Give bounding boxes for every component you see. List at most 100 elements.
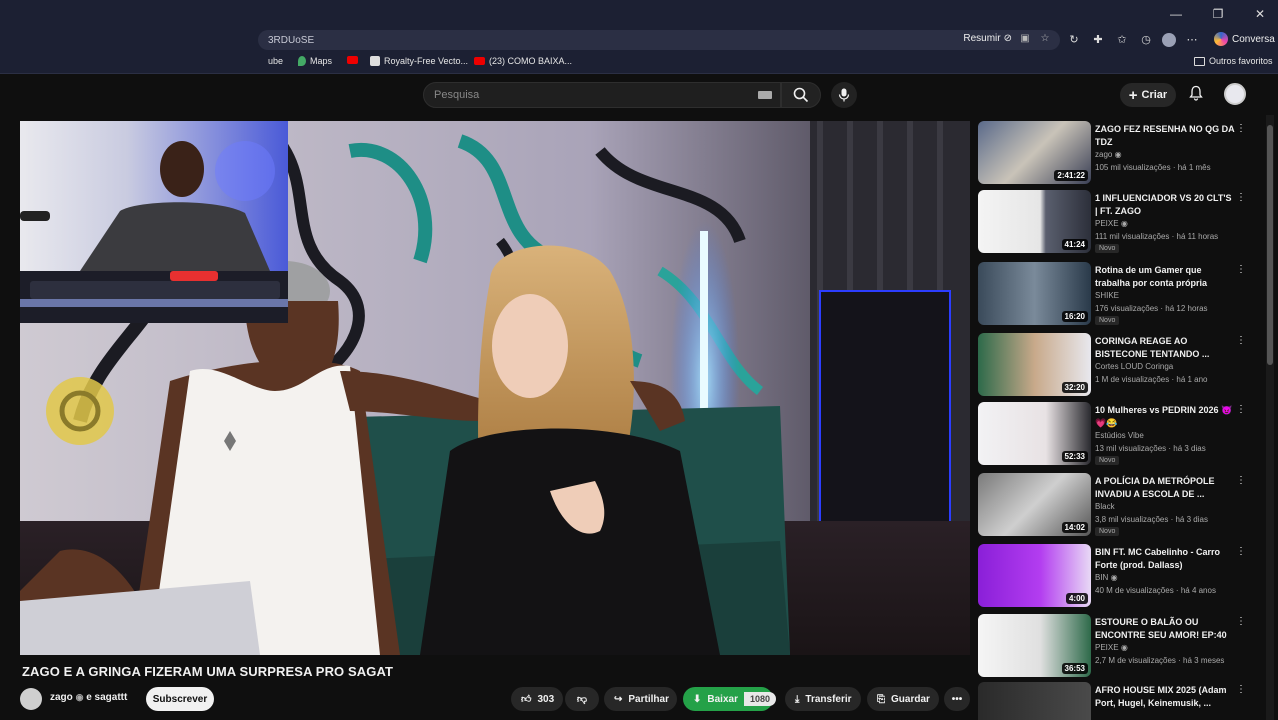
list-item[interactable]: 2:41:22 ZAGO FEZ RESENHA NO QG DA TDZ za… (978, 121, 1248, 187)
video-thumbnail[interactable]: 4:00 (978, 544, 1091, 607)
more-options-icon[interactable]: ⋮ (1236, 404, 1246, 415)
transfer-button[interactable]: ⤓ Transferir (785, 687, 861, 711)
scrollbar-thumb[interactable] (1267, 125, 1273, 365)
royalty-free-icon (370, 56, 380, 66)
account-avatar[interactable] (1224, 83, 1246, 105)
search-button[interactable] (781, 82, 821, 108)
voice-search-button[interactable] (831, 82, 857, 108)
like-count: 303 (537, 693, 555, 705)
list-item[interactable]: 52:33 10 Mulheres vs PEDRIN 2026 😈💗😂 Est… (978, 402, 1248, 468)
video-title[interactable]: A POLÍCIA DA METRÓPOLE INVADIU A ESCOLA … (1095, 475, 1235, 501)
video-thumbnail[interactable]: 52:33 (978, 402, 1091, 465)
more-options-icon[interactable]: ⋮ (1236, 546, 1246, 557)
extensions-icon[interactable]: ✚ (1090, 32, 1106, 48)
video-meta: 105 mil visualizações · há 1 mês (1095, 163, 1211, 172)
bookmark-royalty-free[interactable]: Royalty-Free Vecto... (370, 56, 468, 66)
search-input[interactable]: Pesquisa (423, 82, 781, 108)
video-title[interactable]: BIN FT. MC Cabelinho - Carro Forte (prod… (1095, 546, 1235, 572)
save-button[interactable]: ⎘ Guardar (867, 687, 939, 711)
more-options-icon[interactable]: ⋮ (1236, 475, 1246, 486)
list-item[interactable]: 14:02 A POLÍCIA DA METRÓPOLE INVADIU A E… (978, 473, 1248, 539)
sidebar-scrollbar[interactable] (1266, 115, 1274, 720)
copilot-conversa-button[interactable]: Conversa (1214, 32, 1275, 46)
channel-name[interactable]: SHIKE (1095, 291, 1119, 300)
video-thumbnail[interactable]: 16:20 (978, 262, 1091, 325)
video-title[interactable]: 1 INFLUENCIADOR VS 20 CLT'S | FT. ZAGO (1095, 192, 1235, 218)
video-title[interactable]: Rotina de um Gamer que trabalha por cont… (1095, 264, 1235, 290)
list-item[interactable]: 36:53 ESTOURE O BALÃO OU ENCONTRE SEU AM… (978, 614, 1248, 680)
list-item[interactable]: 4:00 BIN FT. MC Cabelinho - Carro Forte … (978, 544, 1248, 610)
video-thumbnail[interactable] (978, 682, 1091, 720)
favorites-icon[interactable]: ✩ (1114, 32, 1130, 48)
channel-text: BIN (1095, 573, 1109, 582)
channel-name[interactable]: PEIXE ◉ (1095, 643, 1128, 652)
dislike-button[interactable]: 👎︎ (565, 687, 599, 711)
video-title[interactable]: ZAGO FEZ RESENHA NO QG DA TDZ (1095, 123, 1235, 149)
more-icon[interactable]: ⋯ (1184, 32, 1200, 48)
restore-icon[interactable]: ❐ (1208, 4, 1228, 24)
more-options-icon[interactable]: ⋮ (1236, 264, 1246, 275)
video-thumbnail[interactable]: 14:02 (978, 473, 1091, 536)
more-options-icon[interactable]: ⋮ (1236, 684, 1246, 695)
bookmark-maps[interactable]: Maps (298, 56, 332, 66)
channel-name[interactable]: PEIXE ◉ (1095, 219, 1128, 228)
channel-name[interactable]: Cortes LOUD Coringa (1095, 362, 1173, 371)
more-options-icon[interactable]: ⋮ (1236, 192, 1246, 203)
close-icon[interactable]: ✕ (1250, 4, 1270, 24)
create-button[interactable]: + Criar (1120, 83, 1176, 107)
video-thumbnail[interactable]: 2:41:22 (978, 121, 1091, 184)
keyboard-icon[interactable] (758, 91, 772, 99)
microphone-icon (838, 88, 850, 102)
video-title[interactable]: CORINGA REAGE AO BISTECONE TENTANDO ... (1095, 335, 1235, 361)
video-title: ZAGO E A GRINGA FIZERAM UMA SURPRESA PRO… (22, 664, 394, 679)
video-meta: 3,8 mil visualizações · há 3 dias (1095, 515, 1208, 524)
list-item[interactable]: 41:24 1 INFLUENCIADOR VS 20 CLT'S | FT. … (978, 190, 1248, 256)
video-title[interactable]: AFRO HOUSE MIX 2025 (Adam Port, Hugel, K… (1095, 684, 1235, 710)
bookmark-other-favorites[interactable]: Outros favoritos (1194, 56, 1273, 66)
bookmark-youtube[interactable]: ube (268, 56, 283, 66)
share-icon: ↪ (614, 693, 623, 705)
more-options-icon[interactable]: ⋮ (1236, 616, 1246, 627)
video-title[interactable]: 10 Mulheres vs PEDRIN 2026 😈💗😂 (1095, 404, 1235, 430)
resumir-button[interactable]: Resumir ⊘ (963, 33, 1012, 44)
bookmark-label: (23) COMO BAIXA... (489, 56, 573, 66)
download-extension-button[interactable]: ⬇ Baixar 1080 (683, 687, 776, 711)
refresh-icon[interactable]: ↻ (1066, 32, 1082, 48)
share-button[interactable]: ↪ Partilhar (604, 687, 677, 711)
minimize-icon[interactable]: — (1166, 4, 1186, 24)
history-icon[interactable]: ◷ (1138, 32, 1154, 48)
subscribe-button[interactable]: Subscrever (146, 687, 214, 711)
video-title[interactable]: ESTOURE O BALÃO OU ENCONTRE SEU AMOR! EP… (1095, 616, 1235, 642)
url-field[interactable]: 3RDUoSE Resumir ⊘ ▣ ☆ (258, 30, 1060, 50)
bookmark-label: Outros favoritos (1209, 56, 1273, 66)
channel-name[interactable]: Black (1095, 502, 1115, 511)
video-player[interactable] (20, 121, 970, 655)
download-arrow-icon: ⬇ (693, 693, 702, 705)
thumbs-down-icon: 👎︎ (576, 694, 588, 705)
list-item[interactable]: 32:20 CORINGA REAGE AO BISTECONE TENTAND… (978, 333, 1248, 399)
video-duration: 16:20 (1061, 311, 1088, 322)
video-thumbnail[interactable]: 36:53 (978, 614, 1091, 677)
favorite-star-icon[interactable]: ☆ (1038, 32, 1052, 46)
list-item[interactable]: 16:20 Rotina de um Gamer que trabalha po… (978, 262, 1248, 328)
like-button[interactable]: 👍︎ 303 (511, 687, 563, 711)
split-screen-icon[interactable]: ▣ (1018, 32, 1032, 46)
notifications-button[interactable] (1186, 85, 1206, 105)
more-options-icon[interactable]: ⋮ (1236, 335, 1246, 346)
profile-icon[interactable] (1162, 33, 1176, 47)
list-item[interactable]: AFRO HOUSE MIX 2025 (Adam Port, Hugel, K… (978, 682, 1248, 720)
download-quality[interactable]: 1080 (743, 692, 776, 706)
channel-name[interactable]: zago ◉ (1095, 150, 1122, 159)
video-duration: 41:24 (1061, 239, 1088, 250)
bookmark-como-baixa[interactable]: (23) COMO BAIXA... (474, 56, 572, 66)
youtube-header: Pesquisa + Criar (0, 75, 1278, 115)
video-thumbnail[interactable]: 41:24 (978, 190, 1091, 253)
more-actions-button[interactable]: ••• (944, 687, 970, 711)
channel-name[interactable]: Estúdios Vibe (1095, 431, 1144, 440)
more-options-icon[interactable]: ⋮ (1236, 123, 1246, 134)
channel-avatar[interactable] (20, 688, 42, 710)
channel-name[interactable]: BIN ◉ (1095, 573, 1118, 582)
bookmark-youtube-2[interactable] (347, 56, 358, 64)
video-thumbnail[interactable]: 32:20 (978, 333, 1091, 396)
channel-name[interactable]: zago ◉ e sagattt (50, 692, 127, 703)
